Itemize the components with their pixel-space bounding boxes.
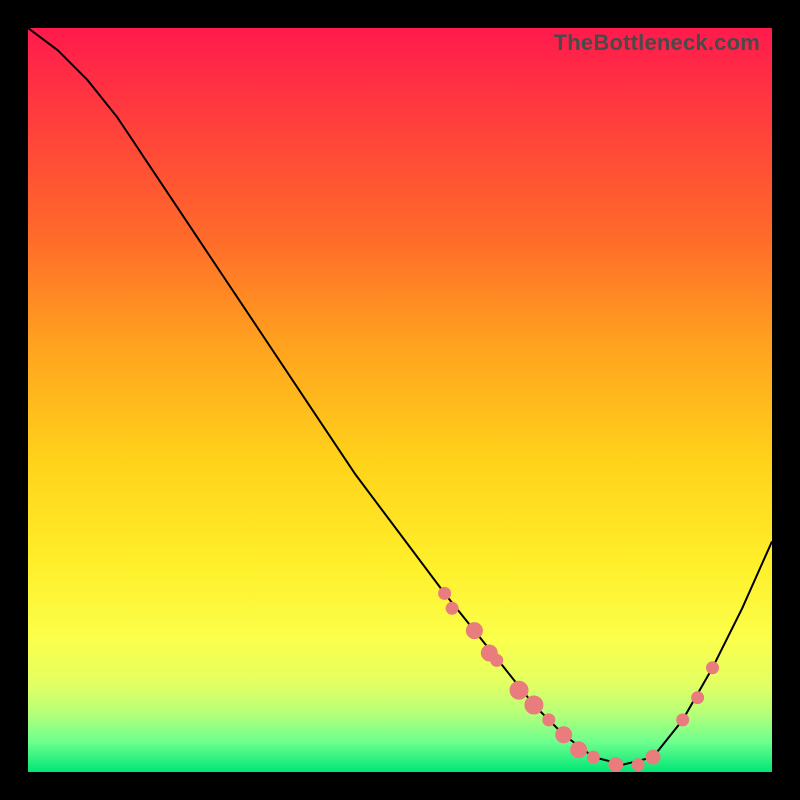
marker-dot <box>543 714 555 726</box>
marker-dot <box>707 662 719 674</box>
chart-plot-area: TheBottleneck.com <box>28 28 772 772</box>
marker-dots <box>439 587 719 771</box>
bottleneck-curve <box>28 28 772 765</box>
marker-dot <box>646 750 660 764</box>
chart-svg <box>28 28 772 772</box>
marker-dot <box>491 654 503 666</box>
marker-dot <box>525 696 543 714</box>
marker-dot <box>439 587 451 599</box>
marker-dot <box>609 758 623 772</box>
marker-dot <box>556 727 572 743</box>
marker-dot <box>692 692 704 704</box>
marker-dot <box>587 751 599 763</box>
marker-dot <box>571 742 587 758</box>
marker-dot <box>677 714 689 726</box>
marker-dot <box>632 759 644 771</box>
marker-dot <box>510 681 528 699</box>
marker-dot <box>446 602 458 614</box>
marker-dot <box>466 623 482 639</box>
